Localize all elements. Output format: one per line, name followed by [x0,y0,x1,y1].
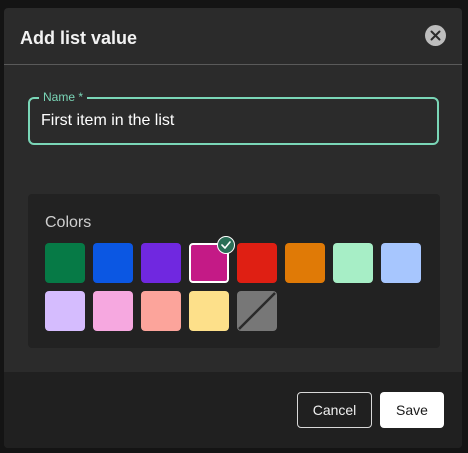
color-swatch-yellow[interactable] [189,291,229,331]
cancel-button[interactable]: Cancel [297,392,372,428]
dialog-header: Add list value [4,8,462,65]
colors-label: Colors [45,214,92,231]
color-swatch-red[interactable] [237,243,277,283]
dialog-title: Add list value [20,28,138,48]
color-swatch-magenta[interactable] [189,236,235,283]
color-swatch-orange[interactable] [285,243,325,283]
color-swatch-dark-green[interactable] [45,243,85,283]
color-swatch-purple[interactable] [141,243,181,283]
add-list-value-dialog: Add list value Name * Colors Cancel Save [4,8,462,448]
name-field-label: Name * [39,90,88,104]
name-field: Name * [28,90,439,145]
color-swatch-light-blue[interactable] [381,243,421,283]
color-swatch-salmon[interactable] [141,291,181,331]
color-swatch-no-color[interactable] [237,291,277,331]
dialog-footer: Cancel Save [4,372,462,448]
close-button[interactable] [425,25,446,46]
name-input[interactable] [41,112,421,130]
color-swatch-lavender[interactable] [45,291,85,331]
close-icon [430,30,441,41]
color-swatch-pink[interactable] [93,291,133,331]
selected-check-icon [217,236,235,254]
save-button[interactable]: Save [380,392,444,428]
colors-panel: Colors [28,194,440,348]
color-swatch-light-green[interactable] [333,243,373,283]
slash-icon [238,292,276,330]
color-swatch-blue[interactable] [93,243,133,283]
